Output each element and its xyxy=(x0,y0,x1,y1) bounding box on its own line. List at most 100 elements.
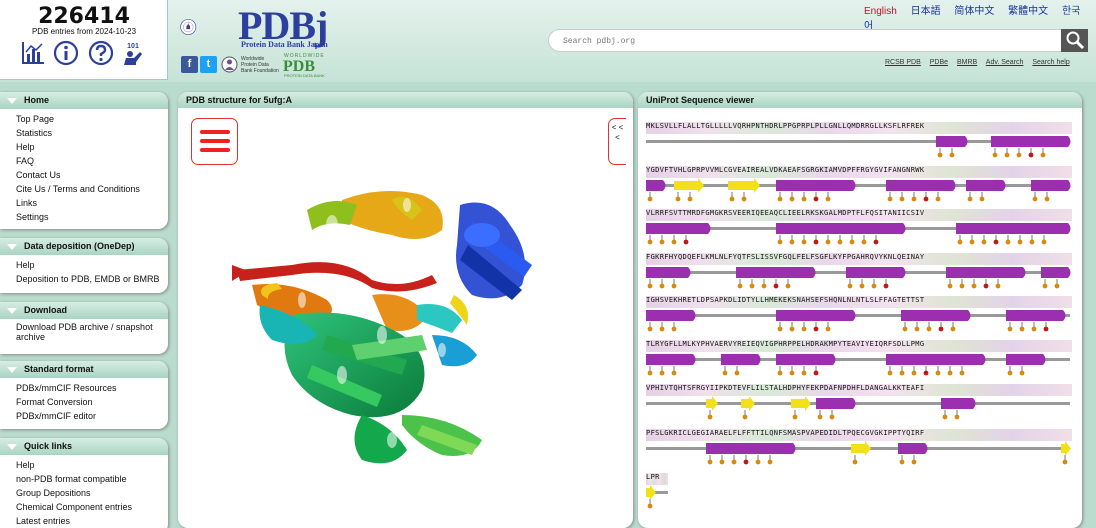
site-marker xyxy=(789,326,795,332)
sidebar-item-chemical-components[interactable]: Chemical Component entries xyxy=(0,500,168,514)
site-marker xyxy=(777,239,783,245)
site-marker xyxy=(671,283,677,289)
site-marker xyxy=(671,326,677,332)
helix-segment xyxy=(1041,267,1071,278)
sidebar-item-help[interactable]: Help xyxy=(0,140,168,154)
sidebar-item-latest-entries[interactable]: Latest entries xyxy=(0,514,168,528)
wpdbf-icon[interactable] xyxy=(221,56,238,73)
sidebar-item-faq[interactable]: FAQ xyxy=(0,154,168,168)
site-marker xyxy=(873,239,879,245)
language-switcher: English 日本語 简体中文 繁體中文 한국어 xyxy=(864,2,1096,32)
sidebar-item-download-archive[interactable]: Download PDB archive / snapshot archive xyxy=(0,322,168,342)
site-marker xyxy=(813,239,819,245)
sidebar-deposition-title[interactable]: Data deposition (OneDep) xyxy=(0,238,168,255)
site-marker xyxy=(659,239,665,245)
site-marker xyxy=(949,152,955,158)
lang-english[interactable]: English xyxy=(864,6,897,17)
facebook-icon[interactable]: f xyxy=(181,56,198,73)
site-marker xyxy=(871,283,877,289)
link-rcsb[interactable]: RCSB PDB xyxy=(885,59,921,66)
hamburger-menu-button[interactable] xyxy=(191,118,238,165)
strand-segment xyxy=(1061,441,1071,456)
sidebar-item-statistics[interactable]: Statistics xyxy=(0,126,168,140)
sidebar-item-deposition-pdb[interactable]: Deposition to PDB, EMDB or BMRB xyxy=(0,272,168,286)
protein-structure-viewer[interactable] xyxy=(232,185,582,490)
sidebar-standard-format-title[interactable]: Standard format xyxy=(0,361,168,378)
link-pdbe[interactable]: PDBe xyxy=(930,59,948,66)
sidebar-item-top-page[interactable]: Top Page xyxy=(0,112,168,126)
helix-segment xyxy=(646,267,691,278)
site-marker xyxy=(825,196,831,202)
sidebar-item-non-pdb[interactable]: non-PDB format compatible xyxy=(0,472,168,486)
site-marker xyxy=(983,283,989,289)
twitter-icon[interactable]: t xyxy=(200,56,217,73)
wpdbf-label: Worldwide Protein Data Bank Foundation xyxy=(241,56,279,74)
sidebar-standard-format: Standard format PDBx/mmCIF Resources For… xyxy=(0,361,168,429)
sidebar-item-deposition-help[interactable]: Help xyxy=(0,258,168,272)
site-marker xyxy=(992,152,998,158)
sidebar-quick-links-title[interactable]: Quick links xyxy=(0,438,168,455)
site-marker xyxy=(777,196,783,202)
site-marker xyxy=(1017,239,1023,245)
sidebar-item-format-conversion[interactable]: Format Conversion xyxy=(0,395,168,409)
site-marker xyxy=(969,239,975,245)
sidebar-item-group-depositions[interactable]: Group Depositions xyxy=(0,486,168,500)
sidebar-item-quick-help[interactable]: Help xyxy=(0,458,168,472)
site-marker xyxy=(743,459,749,465)
pdb101-badge: 101 xyxy=(127,43,139,50)
search-input[interactable] xyxy=(563,34,1053,48)
helix-segment xyxy=(646,354,696,365)
site-marker xyxy=(911,459,917,465)
helix-segment xyxy=(776,180,856,191)
collapse-panel-button[interactable]: < < < xyxy=(608,118,626,165)
helix-segment xyxy=(776,354,836,365)
site-marker xyxy=(902,326,908,332)
sidebar-item-settings[interactable]: Settings xyxy=(0,210,168,224)
stats-icon[interactable] xyxy=(20,40,46,66)
search-button[interactable] xyxy=(1061,29,1088,52)
site-marker xyxy=(813,196,819,202)
site-marker xyxy=(767,459,773,465)
link-search-help[interactable]: Search help xyxy=(1032,59,1069,66)
site-marker xyxy=(954,414,960,420)
site-marker xyxy=(899,370,905,376)
site-marker xyxy=(737,283,743,289)
link-adv-search[interactable]: Adv. Search xyxy=(986,59,1024,66)
site-marker xyxy=(1031,326,1037,332)
entry-count: 226414 xyxy=(38,4,130,29)
helix-segment xyxy=(1031,180,1071,191)
helix-segment xyxy=(776,310,856,321)
sidebar-download-title[interactable]: Download xyxy=(0,302,168,319)
sidebar-home-title[interactable]: Home xyxy=(0,92,168,109)
structure-panel-title: PDB structure for 5ufg:A xyxy=(178,92,633,108)
site-marker xyxy=(947,370,953,376)
sidebar-item-contact[interactable]: Contact Us xyxy=(0,168,168,182)
sidebar-item-links[interactable]: Links xyxy=(0,196,168,210)
helix-segment xyxy=(816,398,856,409)
lang-japanese[interactable]: 日本語 xyxy=(911,6,941,17)
sidebar-item-mmcif-resources[interactable]: PDBx/mmCIF Resources xyxy=(0,381,168,395)
sidebar-item-mmcif-editor[interactable]: PDBx/mmCIF editor xyxy=(0,409,168,423)
pdbj-seal-icon[interactable] xyxy=(180,0,238,54)
link-bmrb[interactable]: BMRB xyxy=(957,59,977,66)
helix-segment xyxy=(941,398,976,409)
site-marker xyxy=(671,239,677,245)
site-marker xyxy=(734,370,740,376)
site-marker xyxy=(647,196,653,202)
site-marker xyxy=(647,326,653,332)
help-icon[interactable] xyxy=(88,40,114,66)
sequence-panel-title: UniProt Sequence viewer xyxy=(638,92,1082,108)
site-marker xyxy=(957,239,963,245)
site-marker xyxy=(742,414,748,420)
lang-simplified-chinese[interactable]: 简体中文 xyxy=(954,6,994,17)
sidebar-item-cite[interactable]: Cite Us / Terms and Conditions xyxy=(0,182,168,196)
helix-segment xyxy=(936,136,968,147)
site-marker xyxy=(785,283,791,289)
info-icon[interactable] xyxy=(53,40,79,66)
site-marker xyxy=(937,152,943,158)
helix-segment xyxy=(886,180,956,191)
site-marker xyxy=(899,459,905,465)
pdb101-icon[interactable]: 101 xyxy=(120,40,146,66)
site-marker xyxy=(1043,326,1049,332)
lang-traditional-chinese[interactable]: 繁體中文 xyxy=(1008,6,1048,17)
